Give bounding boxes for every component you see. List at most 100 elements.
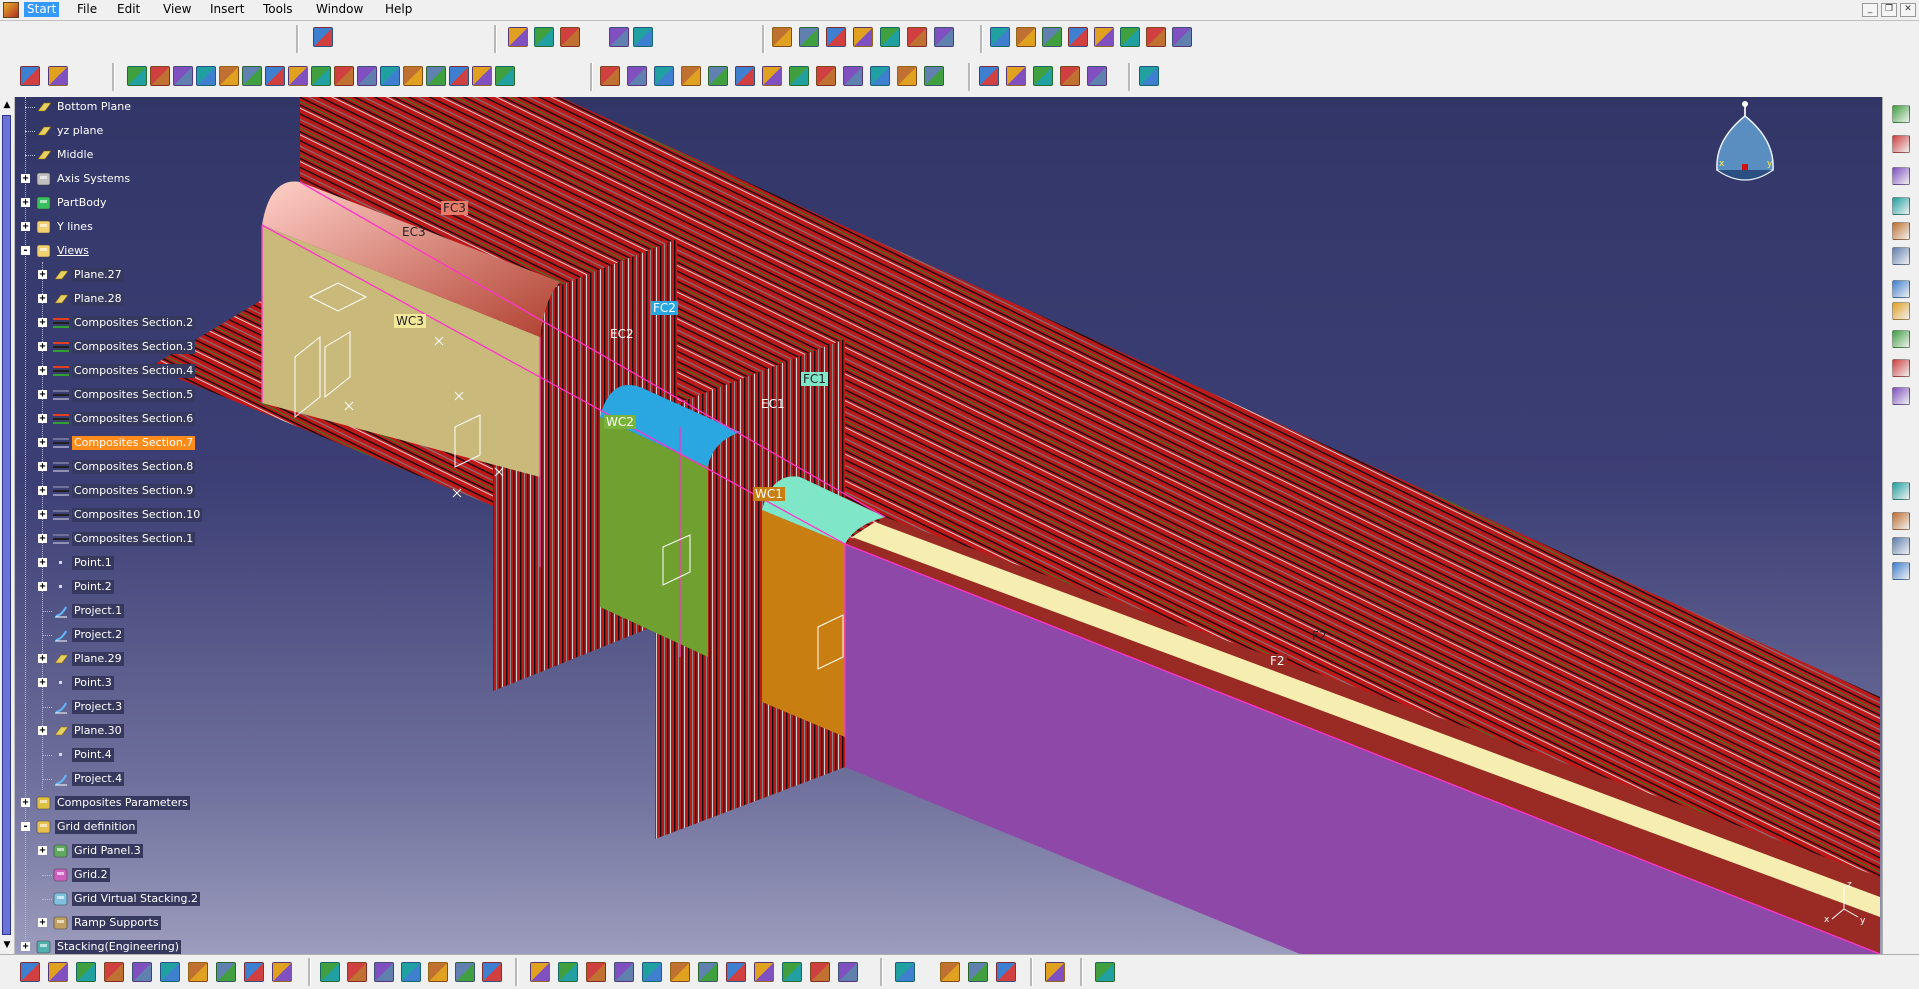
tree-node-label[interactable]: Stacking(Engineering): [55, 940, 182, 954]
composite-part-model[interactable]: [0, 97, 1882, 954]
toolbar1-tool-icon[interactable]: [990, 27, 1010, 47]
tree-node-label[interactable]: Plane.28: [72, 292, 124, 306]
toolbar2-tool-icon[interactable]: [979, 66, 999, 86]
tree-node-label[interactable]: Ramp Supports: [72, 916, 161, 930]
bottom-tool-icon[interactable]: [726, 962, 746, 982]
toolbar2-tool-icon[interactable]: [681, 66, 701, 86]
tree-node-label[interactable]: Grid Panel.3: [72, 844, 143, 858]
tree-node-label[interactable]: Plane.29: [72, 652, 124, 666]
bottom-tool-icon[interactable]: [642, 962, 662, 982]
bottom-tool-icon[interactable]: [244, 962, 264, 982]
tree-expand-icon[interactable]: +: [38, 270, 47, 280]
toolbar2-tool-icon[interactable]: [897, 66, 917, 86]
tree-node[interactable]: + Composites Section.2: [38, 314, 228, 334]
right-tool-icon[interactable]: [1892, 482, 1910, 500]
tree-node-label[interactable]: Bottom Plane: [55, 100, 133, 114]
tree-node-label[interactable]: Composites Section.2: [72, 316, 196, 330]
minimize-icon[interactable]: _: [1862, 3, 1878, 17]
tree-node-label[interactable]: Middle: [55, 148, 95, 162]
toolbar1-tool-icon[interactable]: [1172, 27, 1192, 47]
toolbar1-tool-icon[interactable]: [633, 27, 653, 47]
bottom-tool-icon[interactable]: [754, 962, 774, 982]
toolbar2-tool-icon[interactable]: [150, 66, 170, 86]
toolbar1-tool-icon[interactable]: [772, 27, 792, 47]
bottom-tool-icon[interactable]: [374, 962, 394, 982]
bottom-tool-icon[interactable]: [940, 962, 960, 982]
tree-node[interactable]: + Composites Section.4: [38, 362, 228, 382]
tree-node[interactable]: + Composites Section.5: [38, 386, 228, 406]
right-tool-icon[interactable]: [1892, 197, 1910, 215]
tree-node[interactable]: Middle: [21, 146, 211, 166]
tree-node[interactable]: Project.1: [38, 602, 228, 622]
toolbar2-tool-icon[interactable]: [357, 66, 377, 86]
menu-insert[interactable]: Insert: [207, 2, 247, 17]
tree-node-label[interactable]: yz plane: [55, 124, 105, 138]
tree-expand-icon[interactable]: +: [21, 942, 30, 952]
toolbar1-tool-icon[interactable]: [799, 27, 819, 47]
model-label-wc3[interactable]: WC3: [394, 314, 426, 328]
tree-node[interactable]: + Point.1: [38, 554, 228, 574]
toolbar1-tool-icon[interactable]: [1068, 27, 1088, 47]
tree-expand-icon[interactable]: +: [38, 654, 47, 664]
tree-node[interactable]: + Composites Section.3: [38, 338, 228, 358]
tree-collapse-icon[interactable]: -: [21, 246, 30, 256]
model-label-ec3[interactable]: EC3: [400, 225, 428, 239]
toolbar2-tool-icon[interactable]: [472, 66, 492, 86]
tree-node[interactable]: + Composites Section.1: [38, 530, 228, 550]
right-tool-icon[interactable]: [1892, 330, 1910, 348]
tree-node-label[interactable]: Grid definition: [55, 820, 138, 834]
toolbar2-tool-icon[interactable]: [495, 66, 515, 86]
tree-expand-icon[interactable]: +: [38, 438, 47, 448]
bottom-tool-icon[interactable]: [428, 962, 448, 982]
tree-node[interactable]: + Point.3: [38, 674, 228, 694]
toolbar1-tool-icon[interactable]: [534, 27, 554, 47]
toolbar2-tool-icon[interactable]: [380, 66, 400, 86]
toolbar2-tool-icon[interactable]: [735, 66, 755, 86]
right-tool-icon[interactable]: [1892, 562, 1910, 580]
tree-node-label[interactable]: Composites Section.4: [72, 364, 196, 378]
toolbar1-tool-icon[interactable]: [1120, 27, 1140, 47]
tree-expand-icon[interactable]: +: [38, 366, 47, 376]
bottom-tool-icon[interactable]: [401, 962, 421, 982]
menu-tools[interactable]: Tools: [260, 2, 296, 17]
bottom-tool-icon[interactable]: [20, 962, 40, 982]
model-label-f2[interactable]: F2: [1310, 629, 1329, 643]
restore-icon[interactable]: ❐: [1881, 3, 1897, 17]
toolbar2-tool-icon[interactable]: [789, 66, 809, 86]
toolbar2-tool-icon[interactable]: [334, 66, 354, 86]
toolbar2-tool-icon[interactable]: [288, 66, 308, 86]
right-tool-icon[interactable]: [1892, 135, 1910, 153]
tree-expand-icon[interactable]: +: [21, 798, 30, 808]
tree-expand-icon[interactable]: +: [21, 174, 30, 184]
tree-node[interactable]: + Composites Section.10: [38, 506, 228, 526]
compass-icon[interactable]: x y: [1705, 100, 1785, 190]
toolbar1-tool-icon[interactable]: [1094, 27, 1114, 47]
tree-expand-icon[interactable]: +: [38, 534, 47, 544]
tree-node[interactable]: + Composites Parameters: [21, 794, 211, 814]
tree-scrollbar[interactable]: ▲ ▼: [0, 97, 15, 954]
toolbar1-tool-icon[interactable]: [907, 27, 927, 47]
tree-node-label[interactable]: Composites Section.9: [72, 484, 196, 498]
tree-node-label[interactable]: Project.3: [72, 700, 125, 714]
toolbar2-tool-icon[interactable]: [627, 66, 647, 86]
tree-node[interactable]: + Plane.30: [38, 722, 228, 742]
bottom-tool-icon[interactable]: [48, 962, 68, 982]
bottom-tool-icon[interactable]: [455, 962, 475, 982]
tree-node-label[interactable]: Point.2: [72, 580, 114, 594]
tree-node[interactable]: Bottom Plane: [21, 98, 211, 118]
tree-node-label[interactable]: Composites Section.1: [72, 532, 196, 546]
toolbar2-tool-icon[interactable]: [870, 66, 890, 86]
bottom-tool-icon[interactable]: [810, 962, 830, 982]
toolbar2-tool-icon[interactable]: [219, 66, 239, 86]
toolbar1-tool-icon[interactable]: [1042, 27, 1062, 47]
tree-node[interactable]: yz plane: [21, 122, 211, 142]
tree-expand-icon[interactable]: +: [38, 318, 47, 328]
right-tool-icon[interactable]: [1892, 105, 1910, 123]
tree-node-label[interactable]: Composites Section.10: [72, 508, 203, 522]
menu-help[interactable]: Help: [382, 2, 415, 17]
tree-node[interactable]: + Plane.27: [38, 266, 228, 286]
tree-expand-icon[interactable]: +: [21, 222, 30, 232]
bottom-tool-icon[interactable]: [132, 962, 152, 982]
tree-node-label[interactable]: Project.4: [72, 772, 125, 786]
bottom-tool-icon[interactable]: [76, 962, 96, 982]
